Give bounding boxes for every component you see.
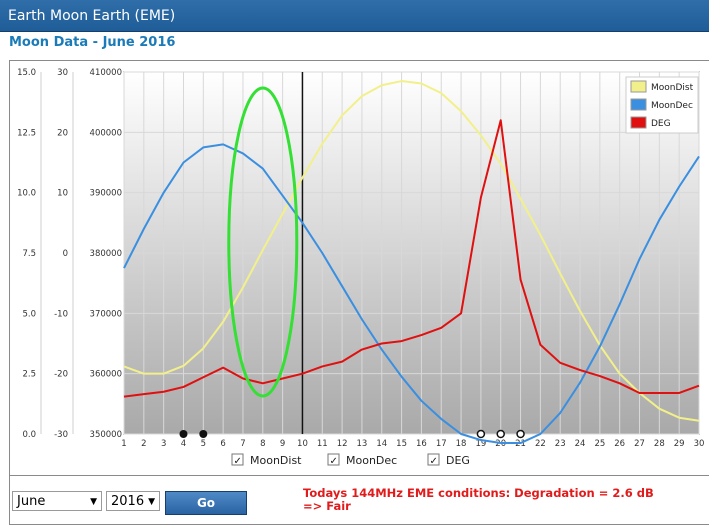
marker-filled bbox=[179, 430, 188, 438]
tick-label-day: 23 bbox=[555, 439, 566, 449]
marker-filled bbox=[199, 430, 208, 438]
tick-label-dec: -20 bbox=[54, 370, 68, 380]
tick-label-dist: 400000 bbox=[90, 128, 122, 138]
tick-label-day: 14 bbox=[376, 439, 387, 449]
page-title: Moon Data - June 2016 bbox=[9, 35, 176, 50]
tick-label-day: 26 bbox=[614, 439, 625, 449]
moon-chart: 0.0 -30 350000 2.5 -20 360000 5.0 -10 370000 7.5 0… bbox=[17, 68, 705, 467]
conditions-line-1: Todays 144MHz EME conditions: Degradatio… bbox=[303, 486, 654, 500]
tick-label-day: 11 bbox=[317, 439, 328, 449]
tick-label-day: 29 bbox=[674, 439, 685, 449]
tick-label-day: 12 bbox=[337, 439, 348, 449]
legend-swatch bbox=[630, 116, 647, 129]
check-icon: ✓ bbox=[330, 456, 338, 467]
tick-label-deg: 10.0 bbox=[17, 189, 36, 199]
tick-label-day: 18 bbox=[456, 439, 467, 449]
tick-label-dist: 380000 bbox=[90, 249, 122, 259]
tick-label-day: 24 bbox=[575, 439, 586, 449]
window-titlebar: Earth Moon Earth (EME) bbox=[0, 0, 709, 32]
legend-label: MoonDist bbox=[651, 83, 694, 93]
tick-label-day: 8 bbox=[260, 439, 265, 449]
tick-label-day: 1 bbox=[121, 439, 126, 449]
window-title: Earth Moon Earth (EME) bbox=[8, 8, 176, 24]
tick-label-day: 15 bbox=[396, 439, 407, 449]
tick-label-deg: 5.0 bbox=[22, 309, 36, 319]
toggle-moondec[interactable]: ✓ MoonDec bbox=[327, 453, 397, 467]
tick-label-day: 28 bbox=[654, 439, 665, 449]
tick-label-day: 7 bbox=[240, 439, 245, 449]
tick-label-dec: 30 bbox=[57, 68, 68, 78]
toggle-label: MoonDec bbox=[346, 454, 397, 467]
legend-label: DEG bbox=[651, 119, 671, 129]
tick-label-dec: 0 bbox=[63, 249, 68, 259]
tick-label-day: 27 bbox=[634, 439, 645, 449]
toggle-label: DEG bbox=[446, 454, 470, 467]
chevron-down-icon: ▼ bbox=[90, 497, 97, 507]
tick-label-deg: 2.5 bbox=[22, 370, 36, 380]
tick-label-day: 13 bbox=[357, 439, 368, 449]
toggle-moondist[interactable]: ✓ MoonDist bbox=[231, 453, 302, 467]
controls-panel: June ▼ 2016 ▼ Go Todays 144MHz EME condi… bbox=[9, 476, 709, 525]
conditions-text: Todays 144MHz EME conditions: Degradatio… bbox=[303, 487, 654, 513]
marker-open bbox=[496, 429, 505, 439]
check-icon: ✓ bbox=[430, 456, 438, 467]
tick-label-dec: -10 bbox=[54, 309, 68, 319]
tick-label-day: 6 bbox=[220, 439, 225, 449]
tick-label-deg: 7.5 bbox=[22, 249, 36, 259]
tick-label-deg: 12.5 bbox=[17, 128, 36, 138]
year-value: 2016 bbox=[111, 494, 145, 509]
tick-label-dist: 370000 bbox=[90, 309, 122, 319]
tick-label-dec: 10 bbox=[57, 189, 68, 199]
chevron-down-icon: ▼ bbox=[148, 497, 155, 507]
tick-label-day: 17 bbox=[436, 439, 447, 449]
tick-label-deg: 0.0 bbox=[22, 430, 36, 440]
tick-label-dec: -30 bbox=[54, 430, 68, 440]
tick-label-day: 5 bbox=[201, 439, 206, 449]
tick-label-day: 10 bbox=[297, 439, 308, 449]
tick-label-dist: 350000 bbox=[90, 430, 122, 440]
tick-label-deg: 15.0 bbox=[17, 68, 36, 78]
tick-label-day: 2 bbox=[141, 439, 146, 449]
toggle-label: MoonDist bbox=[250, 454, 302, 467]
tick-label-dist: 410000 bbox=[90, 68, 122, 78]
legend-swatch bbox=[630, 80, 647, 93]
marker-open bbox=[516, 429, 525, 439]
toggle-deg[interactable]: ✓ DEG bbox=[427, 453, 470, 467]
chart-frame: 0.0 -30 350000 2.5 -20 360000 5.0 -10 370000 7.5 0… bbox=[9, 60, 709, 476]
tick-label-day: 16 bbox=[416, 439, 427, 449]
go-button[interactable]: Go bbox=[165, 491, 247, 515]
tick-label-day: 4 bbox=[181, 439, 186, 449]
tick-label-dec: 20 bbox=[57, 128, 68, 138]
legend-label: MoonDec bbox=[651, 101, 693, 111]
tick-label-dist: 390000 bbox=[90, 189, 122, 199]
tick-label-day: 9 bbox=[280, 439, 285, 449]
marker-open bbox=[476, 429, 486, 439]
conditions-line-2: => Fair bbox=[303, 499, 351, 513]
year-select[interactable]: 2016 ▼ bbox=[106, 491, 160, 511]
tick-label-day: 25 bbox=[594, 439, 605, 449]
tick-label-day: 3 bbox=[161, 439, 166, 449]
check-icon: ✓ bbox=[234, 456, 242, 467]
tick-label-day: 22 bbox=[535, 439, 546, 449]
month-value: June bbox=[17, 494, 46, 509]
legend-swatch bbox=[630, 98, 647, 111]
tick-label-dist: 360000 bbox=[90, 370, 122, 380]
tick-label-day: 30 bbox=[694, 439, 705, 449]
month-select[interactable]: June ▼ bbox=[12, 491, 102, 511]
